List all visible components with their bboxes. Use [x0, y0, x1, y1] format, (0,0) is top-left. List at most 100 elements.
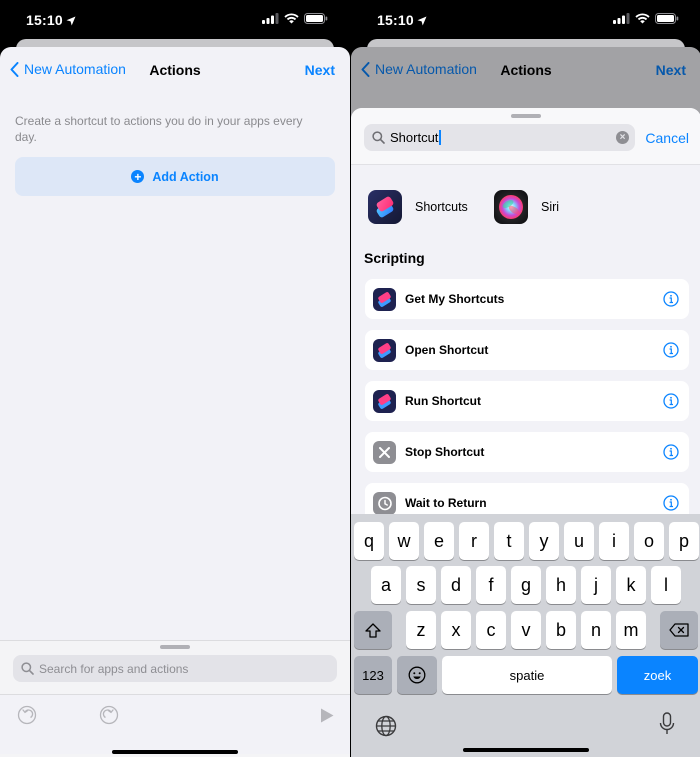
bottom-drawer: Search for apps and actions [0, 640, 350, 757]
play-icon [321, 708, 334, 723]
drawer-grabber[interactable] [160, 645, 190, 649]
action-run-shortcut[interactable]: Run Shortcut [365, 381, 689, 421]
key-k[interactable]: k [616, 566, 646, 604]
emoji-key[interactable] [397, 656, 437, 694]
key-e[interactable]: e [424, 522, 454, 560]
globe-icon [375, 715, 397, 737]
action-label: Stop Shortcut [405, 445, 485, 459]
nav-bar: New Automation Actions Next [351, 47, 700, 93]
key-x[interactable]: x [441, 611, 471, 649]
key-a[interactable]: a [371, 566, 401, 604]
status-time: 15:10 [26, 12, 76, 28]
key-s[interactable]: s [406, 566, 436, 604]
shift-key[interactable] [354, 611, 392, 649]
sheet-grabber[interactable] [511, 114, 541, 118]
wifi-icon [284, 13, 299, 24]
key-j[interactable]: j [581, 566, 611, 604]
search-go-key[interactable]: zoek [617, 656, 698, 694]
battery-icon [304, 13, 328, 24]
plus-circle-icon: + [131, 170, 145, 183]
info-icon [663, 342, 679, 358]
action-label: Wait to Return [405, 496, 487, 510]
key-m[interactable]: m [616, 611, 646, 649]
search-value: Shortcut [390, 130, 439, 145]
action-label: Open Shortcut [405, 343, 489, 357]
shortcuts-icon [373, 389, 396, 413]
clock-history-icon [373, 491, 396, 515]
shortcuts-icon [373, 287, 396, 311]
key-z[interactable]: z [406, 611, 436, 649]
info-icon [663, 444, 679, 460]
status-icons [613, 13, 679, 24]
key-u[interactable]: u [564, 522, 594, 560]
status-time: 15:10 [377, 12, 427, 28]
text-caret [439, 130, 441, 145]
screen-right: 15:10 New Automation Actions Next Shortc… [351, 0, 700, 757]
app-result-label: Shortcuts [415, 200, 468, 214]
key-y[interactable]: y [529, 522, 559, 560]
home-indicator [112, 750, 238, 754]
key-c[interactable]: c [476, 611, 506, 649]
key-t[interactable]: t [494, 522, 524, 560]
editor-toolbar [0, 694, 350, 754]
cellular-signal-icon [262, 13, 279, 24]
actions-sheet: New Automation Actions Next Create a sho… [0, 47, 350, 757]
cancel-button[interactable]: Cancel [645, 130, 689, 146]
status-bar: 15:10 [351, 0, 700, 40]
action-stop-shortcut[interactable]: Stop Shortcut [365, 432, 689, 472]
keyboard: q w e r t y u i o p a s d f g h j k l z … [351, 514, 700, 757]
key-w[interactable]: w [389, 522, 419, 560]
info-icon [663, 291, 679, 307]
app-result-shortcuts[interactable]: Shortcuts [368, 190, 468, 224]
status-icons [262, 13, 328, 24]
hint-text: Create a shortcut to actions you do in y… [15, 114, 303, 144]
key-p[interactable]: p [669, 522, 699, 560]
clear-search-icon[interactable]: × [616, 131, 629, 144]
search-icon [21, 662, 34, 675]
key-o[interactable]: o [634, 522, 664, 560]
action-label: Get My Shortcuts [405, 292, 505, 306]
key-i[interactable]: i [599, 522, 629, 560]
location-arrow-icon [417, 16, 427, 26]
emoji-icon [408, 666, 426, 684]
key-f[interactable]: f [476, 566, 506, 604]
key-l[interactable]: l [651, 566, 681, 604]
backspace-key[interactable] [660, 611, 698, 649]
wifi-icon [635, 13, 650, 24]
action-get-my-shortcuts[interactable]: Get My Shortcuts [365, 279, 689, 319]
key-h[interactable]: h [546, 566, 576, 604]
siri-app-icon [494, 190, 528, 224]
key-r[interactable]: r [459, 522, 489, 560]
search-input[interactable]: Shortcut × [364, 124, 635, 151]
nav-bar: New Automation Actions Next [0, 47, 350, 93]
app-result-label: Siri [541, 200, 560, 214]
redo-icon [99, 705, 119, 725]
action-label: Run Shortcut [405, 394, 481, 408]
battery-icon [655, 13, 679, 24]
next-button[interactable]: Next [656, 62, 686, 78]
page-title: Actions [500, 62, 552, 78]
shift-icon [365, 622, 381, 638]
info-icon [663, 495, 679, 511]
shortcuts-icon [373, 338, 396, 362]
key-q[interactable]: q [354, 522, 384, 560]
key-b[interactable]: b [546, 611, 576, 649]
info-icon [663, 393, 679, 409]
next-button[interactable]: Next [305, 62, 335, 78]
add-action-label: Add Action [152, 169, 219, 184]
microphone-icon [659, 712, 675, 734]
app-result-siri[interactable]: Siri [494, 190, 559, 224]
search-header: Shortcut × Cancel [351, 108, 700, 165]
key-g[interactable]: g [511, 566, 541, 604]
key-d[interactable]: d [441, 566, 471, 604]
backspace-icon [669, 623, 689, 637]
add-action-button[interactable]: + Add Action [15, 157, 335, 196]
key-n[interactable]: n [581, 611, 611, 649]
space-key[interactable]: spatie [442, 656, 612, 694]
undo-icon [17, 705, 37, 725]
numbers-key[interactable]: 123 [354, 656, 392, 694]
key-v[interactable]: v [511, 611, 541, 649]
action-open-shortcut[interactable]: Open Shortcut [365, 330, 689, 370]
shortcuts-app-icon [368, 190, 402, 224]
search-actions-input[interactable]: Search for apps and actions [13, 655, 337, 682]
